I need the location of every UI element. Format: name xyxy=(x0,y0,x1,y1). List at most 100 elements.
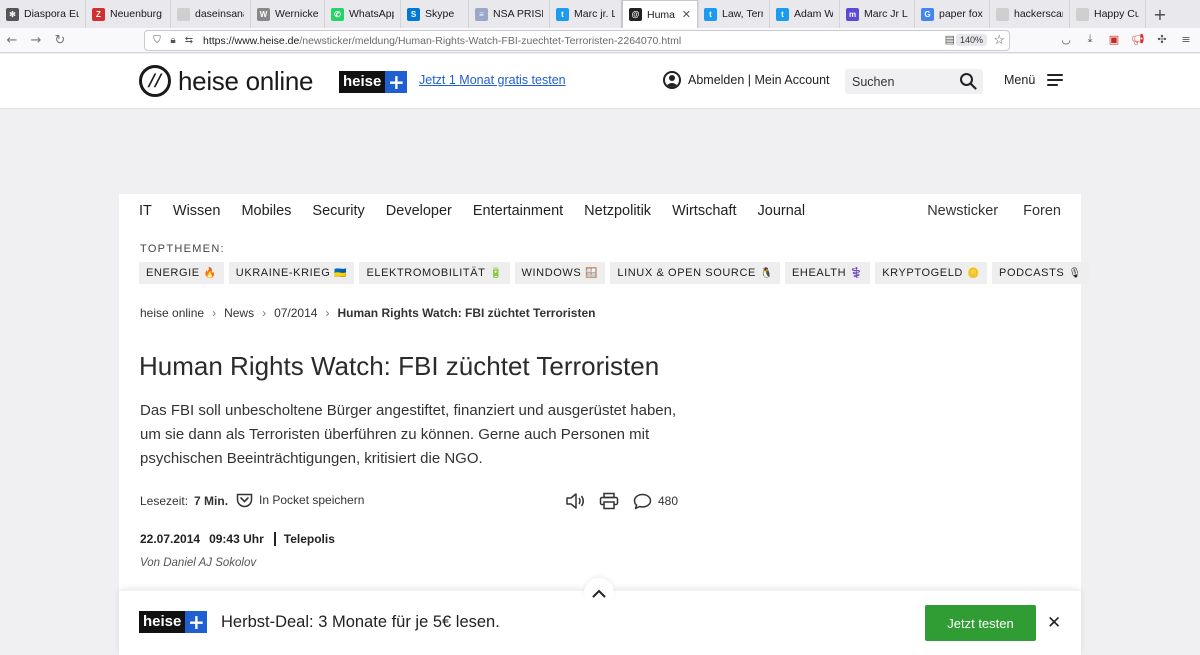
close-icon[interactable]: ✕ xyxy=(1047,613,1061,633)
browser-tab[interactable]: t Law, Terror xyxy=(698,0,770,28)
browser-tab[interactable]: ✆ WhatsApp xyxy=(325,0,401,28)
nav-item-wirtschaft[interactable]: Wirtschaft xyxy=(672,203,736,219)
app-menu-icon[interactable]: ≡ xyxy=(1178,31,1194,47)
topic-emoji-icon: 🪟 xyxy=(585,267,599,279)
search-icon[interactable] xyxy=(959,72,977,90)
tab-label: Neuenburg xyxy=(110,8,162,20)
megaphone-icon[interactable]: 📢︎ xyxy=(1130,31,1146,47)
nav-item-wissen[interactable]: Wissen xyxy=(173,203,221,219)
account-menu[interactable]: Abmelden | Mein Account xyxy=(663,71,830,89)
article-author: Von Daniel AJ Sokolov xyxy=(140,557,257,569)
topic-chip[interactable]: EHEALTH ⚕️ xyxy=(785,262,871,284)
topic-chip[interactable]: ENERGIE 🔥 xyxy=(139,262,224,284)
topic-chip[interactable]: KRYPTOGELD 🪙 xyxy=(875,262,988,284)
pocket-save-button[interactable]: In Pocket speichern xyxy=(236,492,364,508)
lock-icon[interactable]: 🔒︎ xyxy=(165,33,181,49)
logo-text: heise online xyxy=(178,65,314,96)
nav-item-developer[interactable]: Developer xyxy=(386,203,452,219)
nav-item-newsticker[interactable]: Newsticker xyxy=(927,203,998,219)
wikipedia-icon: W xyxy=(257,7,270,21)
heise-logo-mark-icon: // xyxy=(139,65,171,97)
browser-tab[interactable]: daseinsanalyse xyxy=(171,0,251,28)
browser-tab[interactable]: S Skype xyxy=(401,0,469,28)
promo-collapse-button[interactable] xyxy=(584,578,614,608)
site-header: // heise online heise + Jetzt 1 Monat gr… xyxy=(0,54,1200,109)
tab-label: WhatsApp xyxy=(349,8,394,20)
nav-item-netzpolitik[interactable]: Netzpolitik xyxy=(584,203,651,219)
new-tab-icon[interactable]: + xyxy=(1146,0,1174,28)
topic-label: LINUX & OPEN SOURCE xyxy=(617,267,756,279)
browser-tab[interactable]: hackerscardgar xyxy=(990,0,1070,28)
article-source[interactable]: Telepolis xyxy=(284,532,335,546)
skype-icon: S xyxy=(407,7,420,21)
forward-icon[interactable]: → xyxy=(24,28,48,52)
topthemen-label: TOPTHEMEN: xyxy=(140,243,225,255)
browser-tab[interactable]: Gpaper fox – xyxy=(915,0,990,28)
promo-plus-badge: heise + xyxy=(139,611,208,633)
tracking-shield-icon[interactable]: ⛉ xyxy=(149,33,165,49)
nav-item-journal[interactable]: Journal xyxy=(758,203,806,219)
browser-tab[interactable]: ✻ Diaspora Eu xyxy=(0,0,86,28)
article-actions: 480 xyxy=(565,492,678,510)
search-input[interactable]: Suchen xyxy=(845,69,983,94)
print-icon[interactable] xyxy=(599,492,619,510)
article-meta: Lesezeit: 7 Min. In Pocket speichern 480 xyxy=(140,492,680,512)
extension-icon[interactable]: ▣ xyxy=(1106,31,1122,47)
browser-tab[interactable]: m Marc Jr LAN xyxy=(840,0,915,28)
topic-chip[interactable]: PODCASTS 🎙 xyxy=(992,262,1089,284)
twitter-icon: t xyxy=(776,7,789,21)
url-text[interactable]: https://www.heise.de/newsticker/meldung/… xyxy=(203,35,681,47)
chevron-right-icon: › xyxy=(325,306,330,320)
browser-tab[interactable]: t Adam Wagn xyxy=(770,0,840,28)
reload-icon[interactable]: ↻ xyxy=(48,28,72,52)
downloads-icon[interactable]: ⤓ xyxy=(1082,31,1098,47)
browser-tab[interactable]: W Wernicke-Z xyxy=(251,0,325,28)
permissions-icon[interactable]: ⇆ xyxy=(181,33,197,49)
back-icon[interactable]: ← xyxy=(0,28,24,52)
heise-plus-badge[interactable]: heise + xyxy=(339,71,408,93)
topic-chip[interactable]: WINDOWS 🪟 xyxy=(514,262,606,284)
google-icon: G xyxy=(921,7,934,21)
topic-chip[interactable]: LINUX & OPEN SOURCE 🐧 xyxy=(610,262,780,284)
browser-tab[interactable]: t Marc jr. Lan xyxy=(550,0,622,28)
address-bar[interactable]: ⛉ 🔒︎ ⇆ https://www.heise.de/newsticker/m… xyxy=(144,30,1010,51)
browser-tab[interactable]: @ Human Ri ✕ xyxy=(622,0,698,28)
tab-label: Adam Wagn xyxy=(794,8,833,20)
topic-chip[interactable]: ELEKTROMOBILITÄT 🔋 xyxy=(359,262,510,284)
nav-item-it[interactable]: IT xyxy=(139,203,152,219)
zoom-level[interactable]: 140% xyxy=(955,34,987,46)
nav-item-mobiles[interactable]: Mobiles xyxy=(241,203,291,219)
menu-label: Menü xyxy=(1004,73,1036,87)
browser-tab[interactable]: Z Neuenburg xyxy=(86,0,171,28)
tab-label: Skype xyxy=(425,8,455,20)
breadcrumb-item[interactable]: heise online xyxy=(140,306,204,320)
nav-item-security[interactable]: Security xyxy=(312,203,364,219)
browser-tab[interactable]: Happy Cube Sc xyxy=(1070,0,1146,28)
tab-label: daseinsanalyse xyxy=(195,8,244,20)
breadcrumb-item[interactable]: 07/2014 xyxy=(274,306,317,320)
heise-logo[interactable]: // heise online xyxy=(139,65,313,97)
topic-chip[interactable]: UKRAINE-KRIEG 🇺🇦 xyxy=(228,262,355,284)
speaker-icon[interactable] xyxy=(565,492,585,510)
tab-label: Law, Terror xyxy=(722,8,763,20)
nav-item-foren[interactable]: Foren xyxy=(1023,203,1061,219)
blank-icon xyxy=(996,7,1009,21)
breadcrumb-item[interactable]: News xyxy=(224,306,254,320)
article-title: Human Rights Watch: FBI züchtet Terroris… xyxy=(139,351,660,381)
topic-label: WINDOWS xyxy=(521,267,582,279)
comments-button[interactable]: 480 xyxy=(633,493,678,510)
tab-label: NSA PRISM xyxy=(493,8,543,20)
bookmark-star-icon[interactable]: ☆ xyxy=(993,32,1005,48)
browser-tab-bar: ✻ Diaspora Eu Z Neuenburg daseinsanalyse W Wer… xyxy=(0,0,1200,28)
reader-view-icon[interactable]: ▤ xyxy=(945,33,955,46)
extensions-puzzle-icon[interactable]: ✣ xyxy=(1154,31,1170,47)
tab-close-icon[interactable]: ✕ xyxy=(682,8,691,21)
search-placeholder: Suchen xyxy=(852,74,895,89)
try-now-button[interactable]: Jetzt testen xyxy=(925,605,1036,641)
pocket-toolbar-icon[interactable]: ◡ xyxy=(1058,31,1074,47)
main-menu-button[interactable]: Menü xyxy=(1004,73,1064,87)
trial-link[interactable]: Jetzt 1 Monat gratis testen xyxy=(419,73,566,87)
browser-tab[interactable]: ≡ NSA PRISM xyxy=(469,0,550,28)
reading-time: Lesezeit: 7 Min. xyxy=(140,494,228,508)
nav-item-entertainment[interactable]: Entertainment xyxy=(473,203,563,219)
